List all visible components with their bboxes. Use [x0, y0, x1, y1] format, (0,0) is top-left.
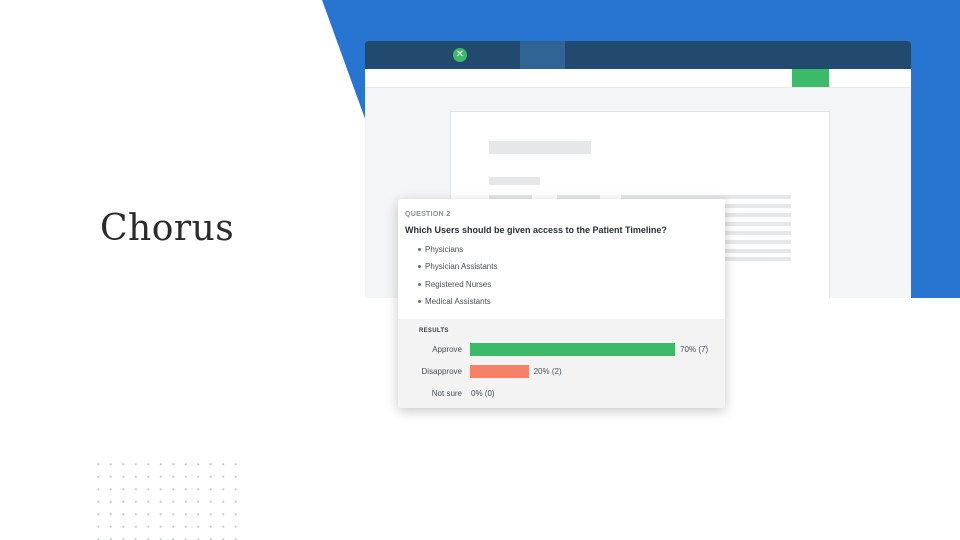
placeholder-subheading: [489, 177, 540, 185]
result-value: 20% (2): [533, 367, 562, 376]
toolbar-action-button[interactable]: [792, 69, 829, 87]
result-row-not-sure: Not sure 0% (0): [398, 387, 725, 401]
question-text: Which Users should be given access to th…: [405, 225, 667, 235]
slide-title: Chorus: [100, 208, 235, 249]
result-label: Disapprove: [421, 367, 462, 376]
answer-option: Physician Assistants: [418, 262, 497, 279]
result-bar: [470, 365, 529, 378]
result-row-disapprove: Disapprove 20% (2): [398, 365, 725, 379]
question-number-label: QUESTION 2: [405, 211, 451, 218]
result-row-approve: Approve 70% (7): [398, 343, 725, 357]
answer-option: Registered Nurses: [418, 280, 497, 297]
chorus-logo-icon[interactable]: ✕: [453, 48, 467, 62]
results-section: RESULTS Approve 70% (7) Disapprove 20% (…: [398, 319, 725, 408]
placeholder-heading: [489, 141, 591, 154]
answer-option: Physicians: [418, 245, 497, 262]
answer-option: Medical Assistants: [418, 297, 497, 314]
nav-tab-active[interactable]: [520, 41, 565, 69]
poll-card: QUESTION 2 Which Users should be given a…: [398, 199, 725, 408]
result-label: Not sure: [431, 389, 462, 398]
app-navbar: ✕: [365, 41, 911, 69]
answer-options-list: Physicians Physician Assistants Register…: [418, 245, 497, 315]
app-toolbar: [365, 69, 911, 88]
result-label: Approve: [432, 345, 462, 354]
result-value: 0% (0): [471, 389, 495, 398]
dot-grid-decoration: [92, 458, 242, 540]
results-label: RESULTS: [419, 328, 449, 334]
result-bar: [470, 343, 676, 356]
result-value: 70% (7): [680, 345, 709, 354]
